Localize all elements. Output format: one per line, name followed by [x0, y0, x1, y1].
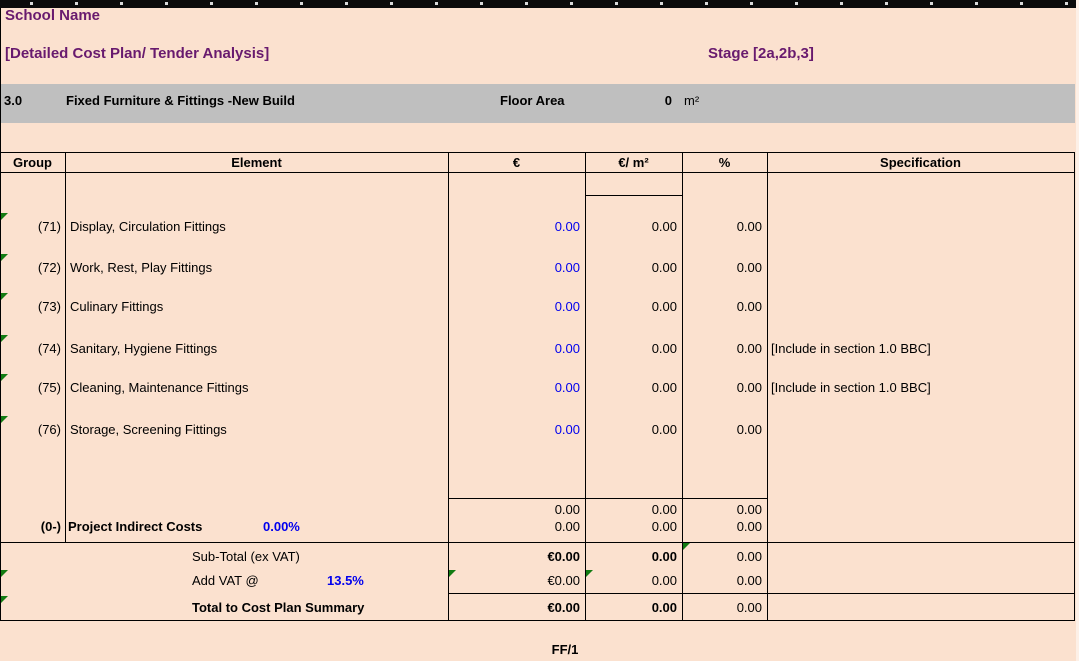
grid-right-border	[1074, 152, 1075, 620]
subtotal-euro[interactable]: €0.00	[460, 548, 580, 566]
total-euro-m2[interactable]: 0.00	[592, 599, 677, 617]
element-cell[interactable]: Storage, Screening Fittings	[70, 421, 227, 439]
euro-cell[interactable]: 0.00	[460, 502, 580, 517]
document-title-cell[interactable]: [Detailed Cost Plan/ Tender Analysis]	[5, 44, 269, 64]
subtotal-percent[interactable]: 0.00	[692, 548, 762, 566]
group-cell[interactable]: (73)	[0, 298, 61, 316]
percent-cell[interactable]: 0.00	[692, 340, 762, 358]
percent-cell[interactable]: 0.00	[692, 519, 762, 534]
grid-header-top	[0, 152, 1075, 153]
euro-m2-cell[interactable]: 0.00	[592, 218, 677, 236]
total-label: Total to Cost Plan Summary	[192, 600, 365, 615]
euro-cell[interactable]: 0.00	[460, 259, 580, 277]
element-cell[interactable]: Sanitary, Hygiene Fittings	[70, 340, 217, 358]
percent-cell[interactable]: 0.00	[692, 379, 762, 397]
euro-cell[interactable]: 0.00	[460, 340, 580, 358]
grid-col-euro	[585, 152, 586, 620]
euro-m2-cell[interactable]: 0.00	[592, 519, 677, 534]
grid-col-percent	[767, 152, 768, 620]
grid-pretotal-line	[448, 498, 767, 499]
group-cell[interactable]: (76)	[0, 421, 61, 439]
header-specification: Specification	[880, 155, 961, 170]
subtotal-label: Sub-Total (ex VAT)	[192, 549, 300, 564]
floor-area-value[interactable]: 0	[640, 92, 672, 110]
vat-euro-m2[interactable]: 0.00	[592, 572, 677, 590]
school-name-cell[interactable]: School Name	[5, 6, 100, 26]
error-marker-icon	[1, 596, 8, 603]
floor-area-label: Floor Area	[500, 93, 565, 108]
grid-header-bottom	[0, 172, 1075, 173]
euro-m2-cell[interactable]: 0.00	[592, 340, 677, 358]
euro-cell[interactable]: 0.00	[460, 421, 580, 439]
group-cell[interactable]: (74)	[0, 340, 61, 358]
group-cell[interactable]: (72)	[0, 259, 61, 277]
element-cell[interactable]: Cleaning, Maintenance Fittings	[70, 379, 249, 397]
euro-cell[interactable]: 0.00	[460, 218, 580, 236]
grid-total-top	[448, 593, 1075, 594]
euro-m2-cell[interactable]: 0.00	[592, 421, 677, 439]
grid-col-group	[65, 152, 66, 542]
grid-subtotal-top	[0, 542, 1075, 543]
spec-cell[interactable]: [Include in section 1.0 BBC]	[771, 340, 931, 358]
header-euro: €	[512, 155, 521, 170]
euro-m2-cell[interactable]: 0.00	[592, 298, 677, 316]
percent-cell[interactable]: 0.00	[692, 218, 762, 236]
total-euro[interactable]: €0.00	[460, 599, 580, 617]
group-cell[interactable]: (0-)	[0, 519, 61, 534]
header-element: Element	[231, 155, 282, 170]
grid-bottom-border	[0, 620, 1075, 621]
section-title[interactable]: Fixed Furniture & Fittings -New Build	[66, 92, 295, 110]
error-marker-icon	[1, 570, 8, 577]
euro-cell[interactable]: 0.00	[460, 379, 580, 397]
vat-euro[interactable]: €0.00	[460, 572, 580, 590]
group-cell[interactable]: (71)	[0, 218, 61, 236]
element-cell[interactable]: Work, Rest, Play Fittings	[70, 259, 212, 277]
group-cell[interactable]: (75)	[0, 379, 61, 397]
column-header-strip	[0, 0, 1079, 8]
header-group: Group	[13, 155, 52, 170]
element-cell[interactable]: Display, Circulation Fittings	[70, 218, 226, 236]
euro-m2-cell[interactable]: 0.00	[592, 379, 677, 397]
vat-percent[interactable]: 0.00	[692, 572, 762, 590]
subtotal-euro-m2[interactable]: 0.00	[592, 548, 677, 566]
spreadsheet-page: School Name [Detailed Cost Plan/ Tender …	[0, 0, 1079, 661]
stage-cell[interactable]: Stage [2a,2b,3]	[708, 44, 814, 64]
grid-col-element	[448, 152, 449, 620]
grid-subcell-line	[585, 195, 682, 196]
euro-m2-cell[interactable]: 0.00	[592, 502, 677, 517]
error-marker-icon	[683, 543, 690, 550]
vat-label: Add VAT @	[192, 573, 259, 588]
percent-cell[interactable]: 0.00	[692, 259, 762, 277]
section-number[interactable]: 3.0	[4, 92, 22, 110]
euro-cell[interactable]: 0.00	[460, 298, 580, 316]
percent-cell[interactable]: 0.00	[692, 421, 762, 439]
header-euro-m2: €/ m²	[618, 155, 649, 170]
spec-cell[interactable]: [Include in section 1.0 BBC]	[771, 379, 931, 397]
indirect-costs-rate[interactable]: 0.00%	[263, 519, 300, 534]
euro-cell[interactable]: 0.00	[460, 519, 580, 534]
floor-area-unit: m²	[684, 93, 700, 108]
indirect-costs-label[interactable]: Project Indirect Costs	[68, 519, 202, 534]
percent-cell[interactable]: 0.00	[692, 298, 762, 316]
page-reference: FF/1	[551, 642, 579, 657]
euro-m2-cell[interactable]: 0.00	[592, 259, 677, 277]
vat-rate[interactable]: 13.5%	[327, 572, 364, 590]
element-cell[interactable]: Culinary Fittings	[70, 298, 163, 316]
error-marker-icon	[449, 570, 456, 577]
total-percent[interactable]: 0.00	[692, 599, 762, 617]
percent-cell[interactable]: 0.00	[692, 502, 762, 517]
header-percent: %	[718, 155, 731, 170]
